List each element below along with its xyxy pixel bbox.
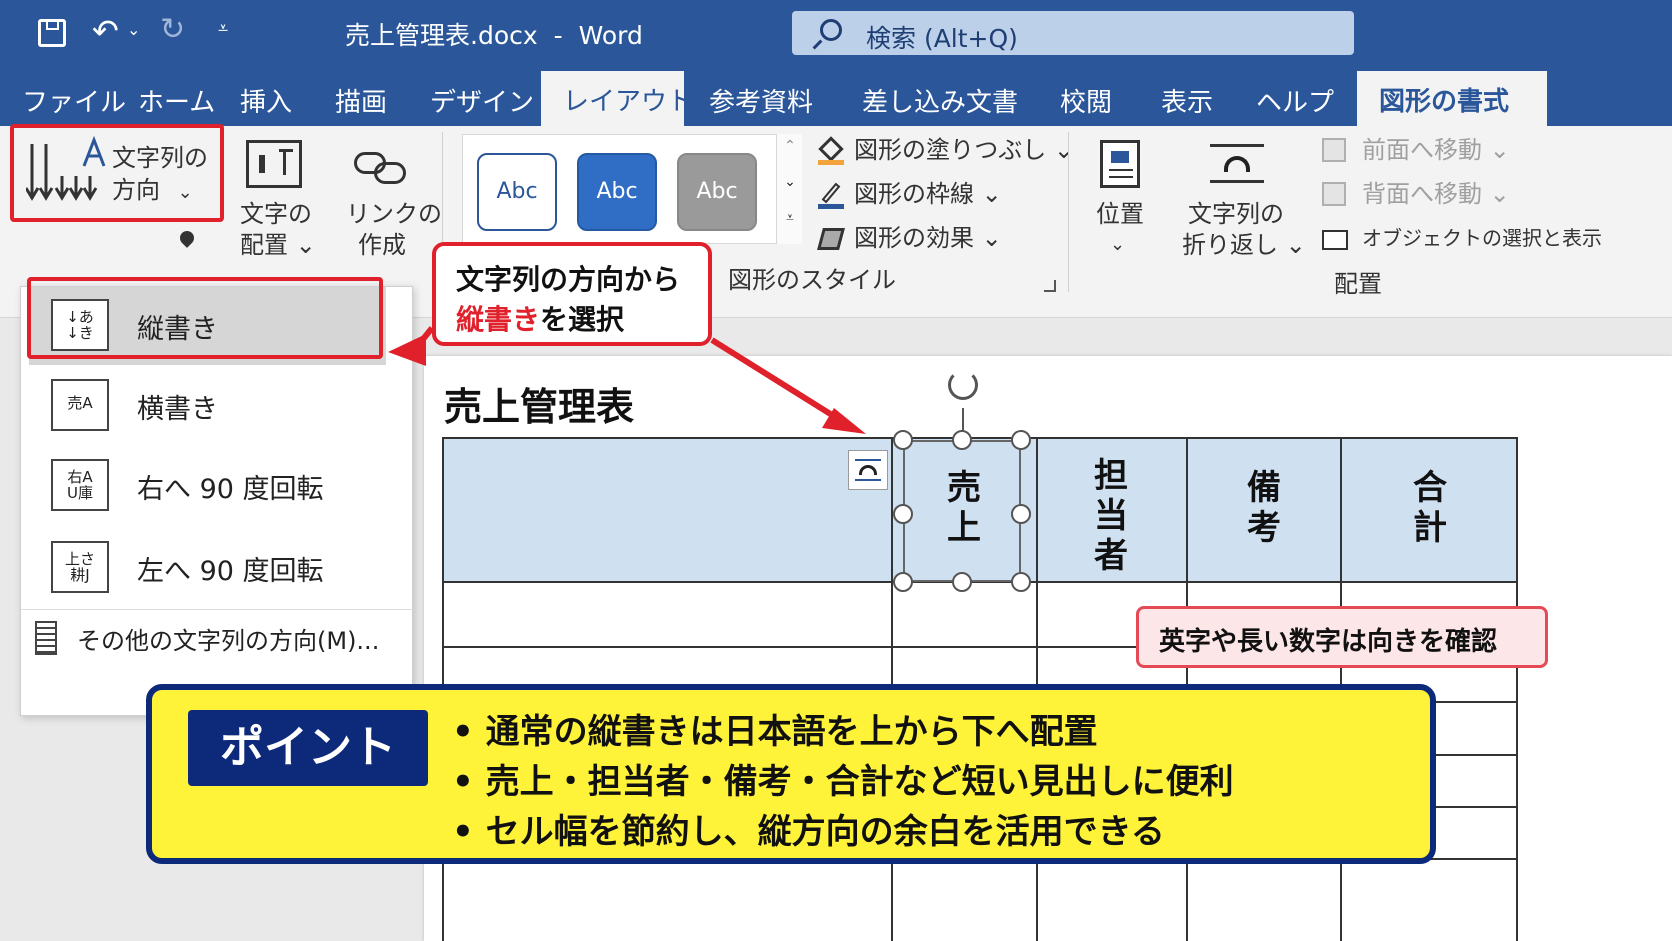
- point-bullet-2: • 売上・担当者・備考・合計など短い見出しに便利: [452, 762, 1234, 802]
- point-badge: ポイント: [188, 710, 428, 786]
- point-bullet-3: • セル幅を節約し、縦方向の余白を活用できる: [452, 812, 1165, 852]
- point-bullet-1: • 通常の縦書きは日本語を上から下へ配置: [452, 712, 1098, 752]
- tip-note-text: 英字や長い数字は向きを確認: [1159, 627, 1498, 657]
- tip-note: 英字や長い数字は向きを確認: [1136, 606, 1548, 668]
- point-box: ポイント • 通常の縦書きは日本語を上から下へ配置 • 売上・担当者・備考・合計…: [146, 684, 1436, 864]
